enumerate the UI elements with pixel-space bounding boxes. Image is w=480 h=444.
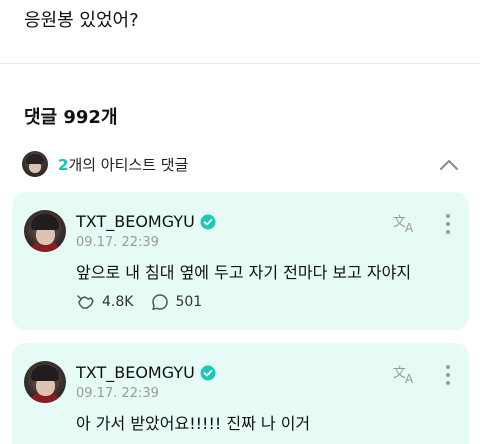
more-icon[interactable] bbox=[445, 365, 451, 385]
artist-avatar bbox=[22, 151, 48, 177]
reply-button[interactable]: 501 bbox=[151, 293, 202, 311]
more-icon[interactable] bbox=[445, 214, 451, 234]
divider bbox=[0, 63, 480, 64]
comments-title: 댓글 992개 bbox=[24, 107, 118, 128]
artist-comment-card: TXT_BEOMGYU 09.17. 22:39 文 A 앞으로 내 침대 옆에… bbox=[12, 192, 469, 330]
avatar[interactable] bbox=[24, 210, 66, 252]
artist-comment-count: 2개의 아티스트 댓글 bbox=[58, 156, 189, 174]
comment-text: 앞으로 내 침대 옆에 두고 자기 전마다 보고 자야지 bbox=[76, 263, 412, 282]
like-icon bbox=[77, 295, 94, 309]
comment-text: 아 가서 받았어요!!!!! 진짜 나 이거 bbox=[76, 414, 311, 433]
like-button[interactable]: 4.8K bbox=[76, 293, 133, 311]
svg-text:A: A bbox=[405, 221, 414, 234]
comment-actions: 4.8K 501 bbox=[76, 293, 202, 311]
comment-author[interactable]: TXT_BEOMGYU bbox=[76, 363, 216, 382]
comment-timestamp: 09.17. 22:39 bbox=[76, 386, 159, 401]
reply-icon bbox=[152, 294, 169, 311]
reply-count: 501 bbox=[175, 294, 203, 310]
like-count: 4.8K bbox=[102, 294, 134, 310]
comment-author[interactable]: TXT_BEOMGYU bbox=[76, 212, 216, 231]
translate-icon[interactable]: 文 A bbox=[393, 363, 419, 385]
artist-comment-card: TXT_BEOMGYU 09.17. 22:39 文 A 아 가서 받았어요!!… bbox=[12, 343, 469, 444]
verified-icon bbox=[200, 365, 216, 380]
svg-text:A: A bbox=[405, 372, 414, 385]
chevron-up-icon[interactable] bbox=[438, 154, 460, 176]
comment-timestamp: 09.17. 22:39 bbox=[76, 235, 159, 250]
verified-icon bbox=[200, 214, 216, 229]
post-text: 응원봉 있었어? bbox=[24, 10, 139, 31]
artist-comments-toggle[interactable]: 2개의 아티스트 댓글 bbox=[22, 150, 462, 180]
avatar[interactable] bbox=[24, 361, 66, 403]
translate-icon[interactable]: 文 A bbox=[393, 212, 419, 234]
